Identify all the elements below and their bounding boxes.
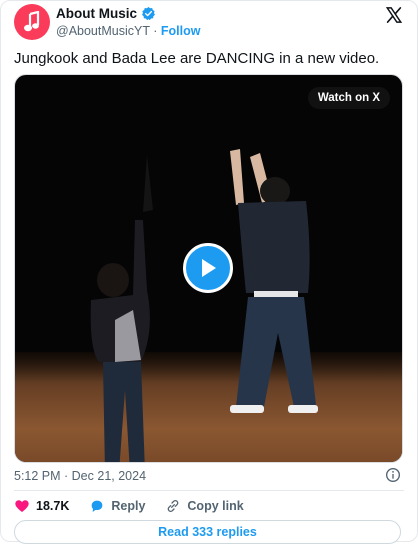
x-logo-icon[interactable] bbox=[385, 6, 403, 24]
action-bar: 18.7K Reply Copy link bbox=[14, 498, 264, 514]
follow-button[interactable]: Follow bbox=[161, 24, 201, 38]
play-button[interactable] bbox=[183, 243, 233, 293]
link-icon bbox=[168, 499, 179, 513]
author-name-row[interactable]: About Music bbox=[56, 6, 156, 21]
reply-button[interactable]: Reply bbox=[89, 498, 145, 514]
like-count: 18.7K bbox=[36, 499, 70, 513]
read-replies-button[interactable]: Read 333 replies bbox=[14, 520, 401, 544]
post-timestamp[interactable]: 5:12 PM · Dec 21, 2024 bbox=[14, 469, 146, 483]
heart-icon bbox=[15, 500, 29, 512]
watch-on-x-button[interactable]: Watch on X bbox=[307, 87, 390, 109]
stage-floor bbox=[15, 352, 402, 462]
divider bbox=[14, 490, 404, 491]
verified-badge-icon bbox=[142, 6, 155, 21]
embedded-post-card: About Music @AboutMusicYT · Follow Jungk… bbox=[0, 0, 418, 544]
separator: · bbox=[153, 24, 158, 38]
author-handle[interactable]: @AboutMusicYT bbox=[56, 24, 150, 38]
post-text: Jungkook and Bada Lee are DANCING in a n… bbox=[14, 50, 380, 67]
reply-label: Reply bbox=[111, 499, 146, 513]
video-player[interactable]: Watch on X bbox=[14, 74, 403, 463]
handle-row: @AboutMusicYT · Follow bbox=[56, 24, 200, 38]
play-icon bbox=[202, 259, 216, 277]
dancer-left bbox=[90, 155, 153, 462]
music-note-icon bbox=[24, 11, 40, 32]
avatar[interactable] bbox=[14, 4, 50, 40]
copy-link-label: Copy link bbox=[187, 499, 244, 513]
info-icon[interactable] bbox=[385, 467, 401, 483]
reply-icon bbox=[92, 500, 103, 512]
like-button[interactable]: 18.7K bbox=[14, 498, 69, 514]
copy-link-button[interactable]: Copy link bbox=[165, 498, 244, 514]
author-name[interactable]: About Music bbox=[56, 6, 137, 21]
dancer-right bbox=[230, 149, 318, 413]
